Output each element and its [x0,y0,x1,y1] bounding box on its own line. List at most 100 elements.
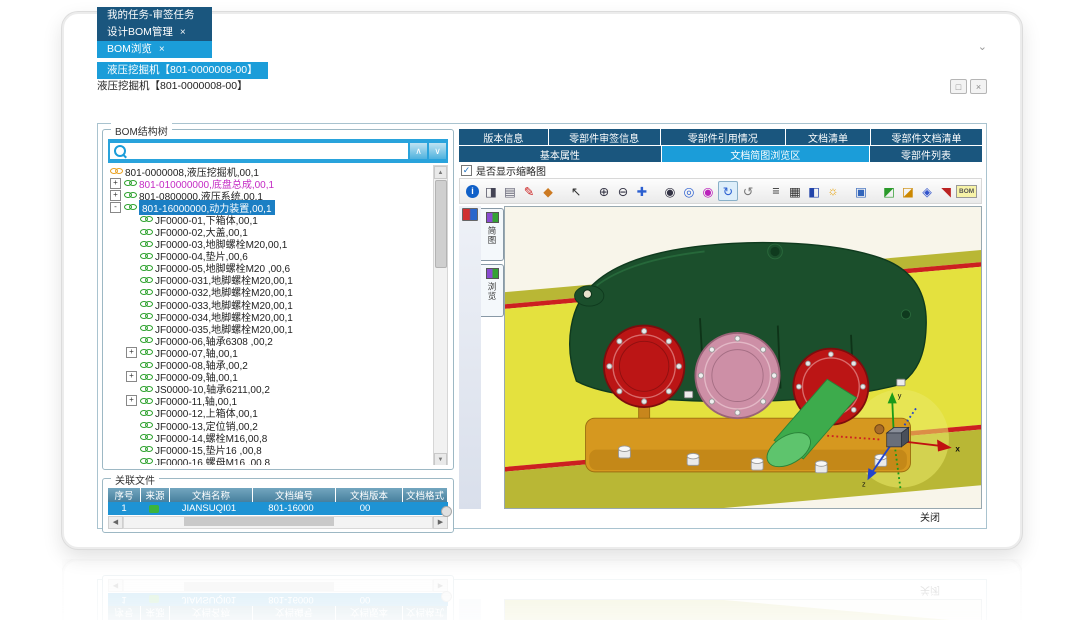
3d-viewport[interactable]: x y z [504,206,982,509]
thumbnail-checkbox[interactable]: ✓ [461,165,472,176]
toolbar-icon[interactable]: ◩ [880,182,898,200]
main-tab-label: 设计BOM管理 [107,24,173,41]
expander-icon[interactable]: + [126,395,137,406]
viewer-vertical-tab-label: 浏览 [486,282,498,301]
close-link[interactable]: 关闭 [920,509,940,524]
toolbar-icon[interactable]: ◆ [539,182,557,200]
tab-close-icon[interactable]: × [180,24,186,41]
view-tab[interactable]: 文档简图浏览区 [662,146,869,162]
toolbar-icon[interactable]: ✎ [520,182,538,200]
info-tab[interactable]: 零部件审签信息 [549,129,660,145]
viewer-vertical-tab-label: 简图 [486,226,498,245]
tree-scrollbar[interactable]: ▲ ▼ [433,165,448,465]
files-column-header: 来源 [141,488,170,502]
main-tab[interactable]: 设计BOM管理 × [97,24,212,41]
toolbar-icon[interactable]: ↖ [567,182,585,200]
viewer-vertical-tab[interactable]: 浏览 [481,264,504,317]
files-column-header: 序号 [108,488,141,502]
part-link-icon [140,276,152,284]
search-input[interactable] [130,144,404,158]
toolbar-icon[interactable]: i [466,185,479,198]
main-tab[interactable]: 我的任务-审签任务 [97,7,212,24]
toolbar-icon[interactable]: → [978,182,982,200]
scroll-right-icon[interactable]: ▶ [433,516,448,529]
info-tab[interactable]: 文档清单 [786,129,870,145]
part-link-icon [140,264,152,272]
part-link-icon [124,203,136,211]
toolbar-icon[interactable]: ◪ [899,182,917,200]
toolbar-icon[interactable]: ◨ [482,182,500,200]
toolbar-icon[interactable]: ↻ [718,181,738,201]
scroll-down-icon[interactable]: ▼ [434,453,447,465]
related-files-group: 关联文件 序号来源文档名称文档编号文档版本文档格式 1 JIANSUQI01 8… [102,478,454,533]
part-link-icon [140,421,152,429]
info-tab[interactable]: 零部件引用情况 [661,129,785,145]
search-next-button[interactable]: ∨ [429,143,446,159]
info-tab[interactable]: 零部件文档清单 [871,129,982,145]
bom-tree: 801-0000008,液压挖掘机,00,1 + 801-010000000,底… [108,165,448,465]
tab-close-icon[interactable]: × [159,41,165,58]
scroll-up-icon[interactable]: ▲ [434,166,447,179]
toolbar-icon[interactable]: ▤ [501,182,519,200]
file-version: 00 [332,503,398,514]
toolbar-icon[interactable]: ▦ [786,182,804,200]
expander-icon[interactable]: + [126,347,137,358]
axis-z-label: z [862,480,866,489]
scroll-left-icon[interactable]: ◀ [108,516,123,529]
toolbar-icon[interactable]: ◧ [805,182,823,200]
axis-x-label: x [955,444,960,453]
record-knob[interactable] [441,506,452,517]
file-seq: 1 [108,503,140,514]
viewer-vertical-tab[interactable]: 简图 [481,208,504,261]
files-column-header: 文档名称 [170,488,253,502]
tree-item[interactable]: JF0000-16,螺母M16 ,00,8 [110,455,433,465]
main-tab[interactable]: BOM浏览 × [97,41,212,58]
hscrollbar-thumb[interactable] [184,517,334,526]
thumbnail-icon [486,212,499,223]
viewer-doc-icon[interactable] [462,208,478,221]
search-box[interactable] [110,143,408,159]
toolbar-icon[interactable]: ◎ [680,182,698,200]
toolbar-icon[interactable]: ≡ [767,182,785,200]
part-link-icon [140,373,152,381]
part-link-icon [140,324,152,332]
part-link-icon [110,167,122,175]
toolbar-icon[interactable]: ☼ [824,182,842,200]
part-link-icon [140,433,152,441]
toolbar-icon[interactable]: ⊖ [614,182,632,200]
part-link-icon [140,409,152,417]
part-link-icon [140,348,152,356]
search-prev-button[interactable]: ∧ [410,143,427,159]
close-button[interactable]: × [970,79,987,94]
expander-icon[interactable]: + [126,371,137,382]
chevron-down-icon[interactable]: ⌄ [978,40,987,53]
info-tab[interactable]: 版本信息 [459,129,548,145]
files-row[interactable]: 1 JIANSUQI01 801-16000 00 [108,502,448,515]
toolbar-icon[interactable]: ◉ [661,182,679,200]
toolbar-icon[interactable]: ◈ [918,182,936,200]
view-tab[interactable]: 基本属性 [459,146,661,162]
panel-title: 液压挖掘机【801-0000008-00】 [97,80,248,92]
expander-icon[interactable]: - [110,202,121,213]
part-link-icon [140,312,152,320]
toolbar-icon[interactable]: BOM [956,185,977,198]
toolbar-icon[interactable]: ▣ [852,182,870,200]
part-link-icon [140,240,152,248]
toolbar-icon[interactable]: ⊕ [595,182,613,200]
thumbnail-checkbox-label: 是否显示缩略图 [476,163,546,178]
tree-item-label: JF0000-16,螺母M16 ,00,8 [155,454,270,465]
part-link-icon [140,215,152,223]
maximize-button[interactable]: □ [950,79,967,94]
scrollbar-thumb[interactable] [435,180,447,268]
files-hscrollbar[interactable]: ◀ ▶ [108,516,448,528]
view-tab[interactable]: 零部件列表 [870,146,982,162]
main-tab-label: BOM浏览 [107,41,152,58]
toolbar-icon[interactable]: ◥ [937,182,955,200]
gearbox-3d-model: x y z [505,207,981,508]
toolbar-icon[interactable]: ◉ [699,182,717,200]
files-column-header: 文档格式 [403,488,448,502]
expander-icon[interactable]: + [110,190,121,201]
toolbar-icon[interactable]: ↺ [739,182,757,200]
toolbar-icon[interactable]: ✚ [633,182,651,200]
expander-icon[interactable]: + [110,178,121,189]
